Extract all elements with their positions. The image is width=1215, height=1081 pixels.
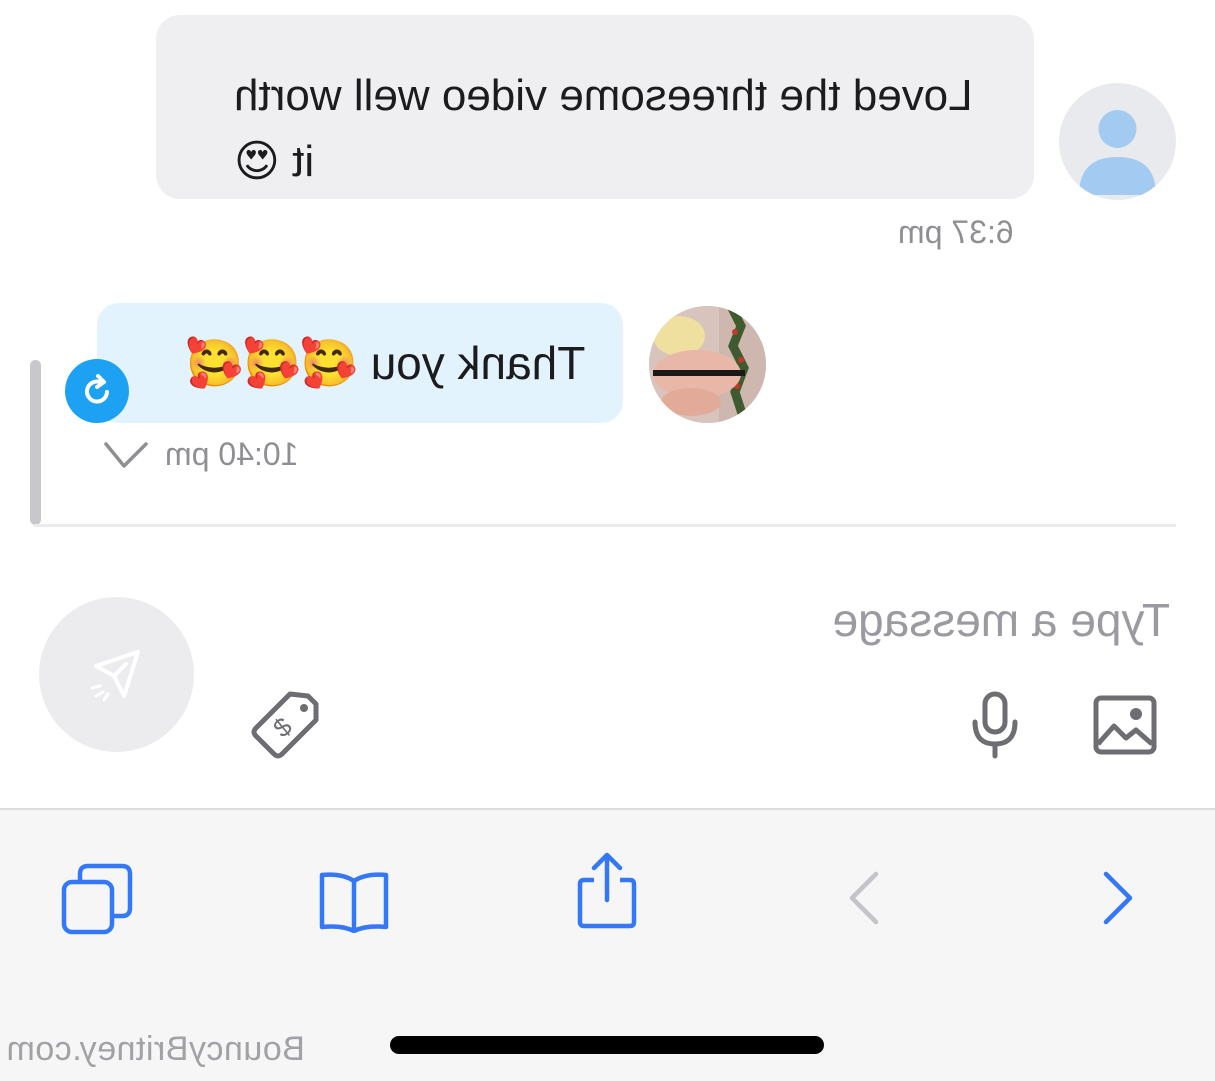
- bookmarks-icon: [319, 872, 389, 933]
- forward-icon: [1103, 871, 1133, 925]
- incoming-message-bubble[interactable]: Loved the threesome video well worth it …: [156, 15, 1034, 199]
- watermark-text: BouncyBritney.com: [6, 1030, 305, 1068]
- composer-divider: [34, 524, 1176, 527]
- back-button[interactable]: [842, 868, 886, 928]
- outgoing-message-bubble[interactable]: Thank you 🥰🥰🥰: [97, 303, 623, 423]
- microphone-icon: [972, 691, 1018, 759]
- incoming-message-text: Loved the threesome video well worth it …: [234, 71, 973, 186]
- home-indicator[interactable]: [390, 1036, 824, 1054]
- image-icon: [1093, 695, 1157, 755]
- default-avatar-icon: [1079, 110, 1156, 195]
- share-button[interactable]: [574, 850, 640, 930]
- share-icon: [577, 852, 637, 929]
- seen-check-icon: [103, 440, 149, 477]
- reply-icon[interactable]: [65, 359, 129, 423]
- message-time: 6:37 pm: [898, 214, 1014, 250]
- image-upload-button[interactable]: [1090, 692, 1160, 758]
- scrollbar[interactable]: [30, 360, 41, 525]
- tabs-button[interactable]: [58, 860, 136, 938]
- microphone-button[interactable]: [960, 690, 1030, 760]
- avatar-photo-image: [649, 306, 766, 423]
- send-icon: [90, 649, 140, 701]
- forward-button[interactable]: [1096, 868, 1140, 928]
- price-tag-icon: $: [251, 691, 319, 759]
- tabs-icon: [61, 863, 133, 935]
- send-button[interactable]: [39, 597, 194, 752]
- back-icon: [849, 871, 879, 925]
- user-avatar[interactable]: [1059, 83, 1176, 200]
- bookmarks-button[interactable]: [316, 866, 392, 936]
- svg-text:$: $: [267, 711, 298, 744]
- message-input[interactable]: [560, 585, 1170, 655]
- outgoing-message-text: Thank you 🥰🥰🥰: [185, 337, 585, 389]
- price-tag-button[interactable]: $: [246, 690, 324, 762]
- message-time: 10:40 pm: [165, 436, 299, 472]
- creator-avatar[interactable]: [649, 306, 766, 423]
- refresh-arrow-icon: [85, 374, 109, 404]
